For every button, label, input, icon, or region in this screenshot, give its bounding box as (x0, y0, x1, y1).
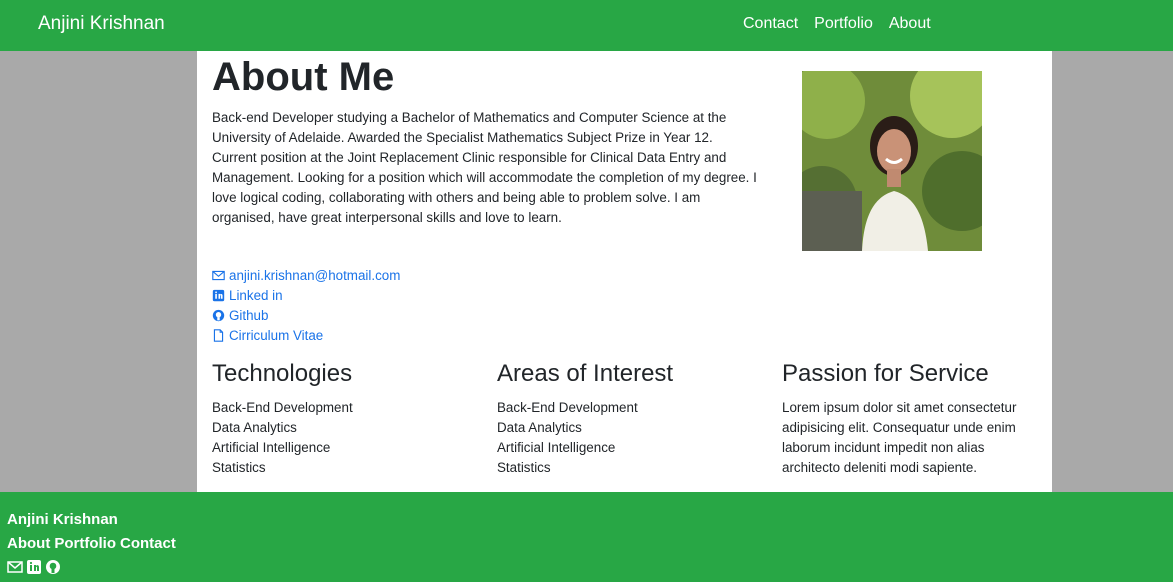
envelope-icon[interactable] (7, 559, 23, 575)
github-link[interactable]: Github (212, 305, 400, 325)
linkedin-label: Linked in (229, 287, 283, 303)
technologies-section: Technologies Back-End Development Data A… (212, 360, 467, 478)
list-item: Statistics (497, 460, 551, 475)
github-label: Github (229, 307, 269, 323)
footer-link-portfolio[interactable]: Portfolio (54, 535, 116, 552)
github-icon[interactable] (45, 559, 61, 575)
brand-name[interactable]: Anjini Krishnan (38, 13, 165, 35)
linkedin-icon[interactable] (26, 559, 42, 575)
contact-links: anjini.krishnan@hotmail.com Linked in Gi… (212, 265, 400, 345)
cv-label: Cirriculum Vitae (229, 327, 324, 343)
list-item: Back-End Development (497, 400, 638, 415)
service-heading: Passion for Service (782, 360, 989, 387)
list-item: Statistics (212, 460, 266, 475)
technologies-heading: Technologies (212, 360, 353, 387)
email-label: anjini.krishnan@hotmail.com (229, 267, 401, 283)
footer: Anjini Krishnan About Portfolio Contact (0, 492, 1173, 582)
profile-photo (802, 71, 982, 251)
interests-heading: Areas of Interest (497, 360, 674, 387)
bio-text: Back-end Developer studying a Bachelor o… (212, 110, 757, 225)
linkedin-icon (212, 289, 225, 301)
nav-link-contact[interactable]: Contact (743, 15, 798, 33)
service-section: Passion for Service Lorem ipsum dolor si… (782, 360, 1037, 478)
github-icon (212, 309, 225, 321)
nav-links: Contact Portfolio About (743, 15, 931, 33)
footer-brand: Anjini Krishnan (7, 511, 118, 528)
interests-section: Areas of Interest Back-End Development D… (497, 360, 752, 478)
main-content: About Me Back-end Developer studying a B… (197, 51, 1052, 492)
list-item: Artificial Intelligence (212, 440, 331, 455)
list-item: Data Analytics (497, 420, 582, 435)
nav-link-about[interactable]: About (889, 15, 931, 33)
page-title: About Me (212, 55, 395, 99)
footer-links: About Portfolio Contact (7, 535, 176, 552)
list-item: Data Analytics (212, 420, 297, 435)
footer-icons (7, 559, 61, 575)
top-navbar: Anjini Krishnan Contact Portfolio About (0, 0, 1173, 51)
cv-link[interactable]: Cirriculum Vitae (212, 325, 400, 345)
email-link[interactable]: anjini.krishnan@hotmail.com (212, 265, 400, 285)
envelope-icon (212, 270, 225, 280)
file-icon (213, 328, 224, 342)
list-item: Artificial Intelligence (497, 440, 616, 455)
linkedin-link[interactable]: Linked in (212, 285, 400, 305)
footer-link-contact[interactable]: Contact (120, 535, 176, 552)
list-item: Back-End Development (212, 400, 353, 415)
service-text: Lorem ipsum dolor sit amet consectetur a… (782, 400, 1017, 475)
footer-link-about[interactable]: About (7, 535, 50, 552)
nav-link-portfolio[interactable]: Portfolio (814, 15, 873, 33)
